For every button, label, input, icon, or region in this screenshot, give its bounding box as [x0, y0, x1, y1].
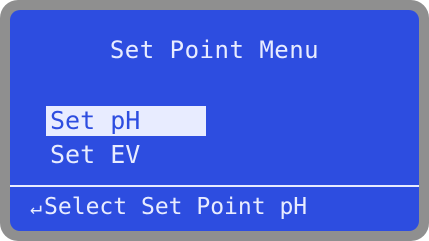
status-hint-text: Select Set Point pH: [44, 194, 308, 220]
status-hint: ↵Select Set Point pH: [30, 192, 307, 222]
lcd-screen: Set Point Menu Set pH Set EV ↵Select Set…: [10, 10, 419, 231]
menu-title: Set Point Menu: [109, 36, 320, 64]
footer-divider: [10, 185, 419, 187]
menu-item-set-ph[interactable]: Set pH: [46, 106, 206, 136]
set-point-menu: Set pH Set EV: [46, 106, 206, 174]
enter-icon: ↵: [30, 195, 43, 219]
menu-item-set-ev[interactable]: Set EV: [46, 140, 206, 170]
device-bezel: Set Point Menu Set pH Set EV ↵Select Set…: [0, 0, 429, 241]
